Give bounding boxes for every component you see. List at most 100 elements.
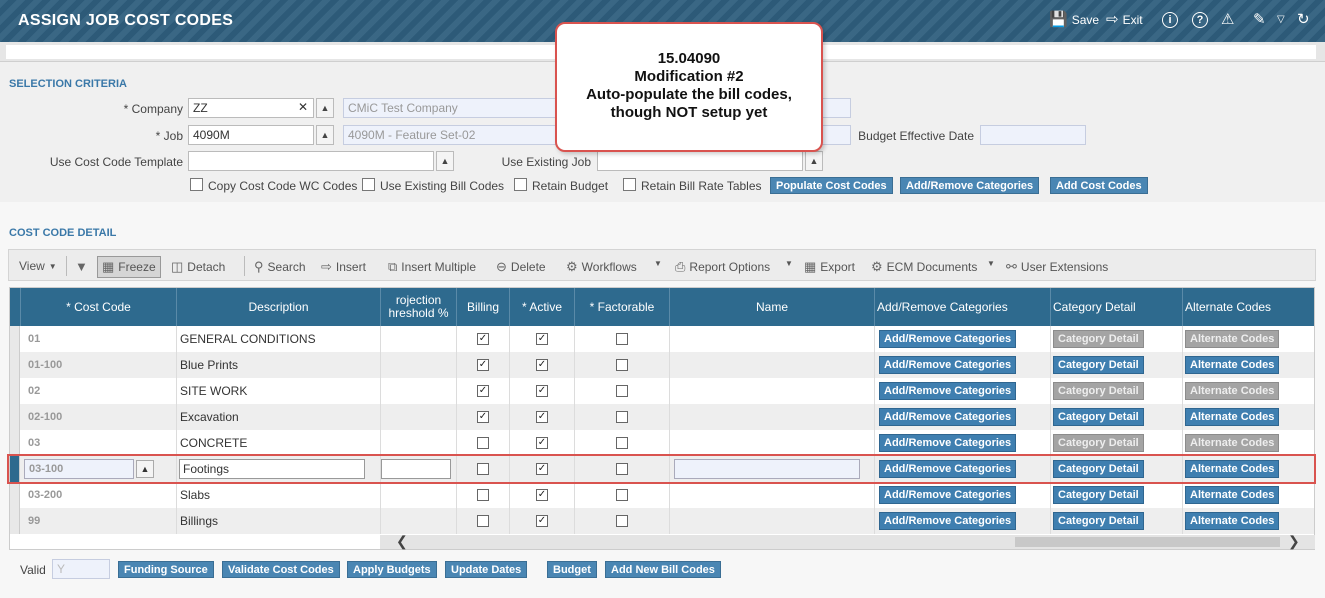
validate-cost-codes-button[interactable]: Validate Cost Codes <box>222 561 340 578</box>
budget-date-field[interactable] <box>980 125 1086 145</box>
edit-button[interactable]: ✎ <box>1253 12 1266 28</box>
billing-checkbox[interactable] <box>477 437 489 449</box>
warning-button[interactable]: ⚠ <box>1221 12 1234 28</box>
table-row[interactable]: 01-100 Blue Prints ✓ ✓ Add/Remove Catego… <box>10 352 1314 378</box>
add-new-bill-codes-button[interactable]: Add New Bill Codes <box>605 561 721 578</box>
col-description[interactable]: Description <box>177 288 381 326</box>
billing-checkbox[interactable]: ✓ <box>477 333 489 345</box>
col-alternate-codes[interactable]: Alternate Codes <box>1183 288 1314 326</box>
job-lov-button[interactable]: ▲ <box>316 125 334 145</box>
factorable-checkbox[interactable] <box>616 515 628 527</box>
active-checkbox[interactable]: ✓ <box>536 437 548 449</box>
scroll-thumb[interactable] <box>1015 537 1280 547</box>
factorable-checkbox[interactable] <box>616 437 628 449</box>
apply-budgets-button[interactable]: Apply Budgets <box>347 561 437 578</box>
ecm-documents-button[interactable]: ⚙ ECM Documents <box>871 259 977 275</box>
active-checkbox[interactable]: ✓ <box>536 515 548 527</box>
company-input[interactable]: ZZ ✕ <box>188 98 314 118</box>
dropdown-button[interactable]: ▽ <box>1277 12 1285 28</box>
alternate-codes-button[interactable]: Alternate Codes <box>1185 382 1280 400</box>
category-detail-button[interactable]: Category Detail <box>1053 486 1144 504</box>
active-checkbox[interactable]: ✓ <box>536 359 548 371</box>
existing-job-input[interactable] <box>597 151 803 171</box>
table-row[interactable]: 01 GENERAL CONDITIONS ✓ ✓ Add/Remove Cat… <box>10 326 1314 352</box>
category-detail-button[interactable]: Category Detail <box>1053 434 1144 452</box>
col-billing[interactable]: Billing <box>457 288 510 326</box>
add-remove-categories-button[interactable]: Add/Remove Categories <box>879 434 1017 452</box>
alternate-codes-button[interactable]: Alternate Codes <box>1185 434 1280 452</box>
billing-checkbox[interactable]: ✓ <box>477 359 489 371</box>
scroll-left-icon[interactable]: ❮ <box>396 533 408 550</box>
export-button[interactable]: ▦ Export <box>804 259 855 275</box>
add-remove-categories-button[interactable]: Add/Remove Categories <box>879 486 1017 504</box>
col-factorable[interactable]: * Factorable <box>575 288 670 326</box>
table-row[interactable]: 99 Billings ✓ Add/Remove Categories Cate… <box>10 508 1314 534</box>
report-options-dropdown[interactable]: ▼ <box>785 259 793 268</box>
workflows-button[interactable]: ⚙ Workflows <box>566 259 637 275</box>
retain-bill-rate-checkbox[interactable] <box>623 178 636 191</box>
save-button[interactable]: 💾 Save <box>1049 12 1099 28</box>
ecm-dropdown[interactable]: ▼ <box>987 259 995 268</box>
factorable-checkbox[interactable] <box>616 385 628 397</box>
active-checkbox[interactable]: ✓ <box>536 385 548 397</box>
billing-checkbox[interactable] <box>477 489 489 501</box>
add-cost-codes-button[interactable]: Add Cost Codes <box>1050 177 1148 194</box>
add-remove-categories-button[interactable]: Add/Remove Categories <box>879 356 1017 374</box>
copy-wc-checkbox[interactable] <box>190 178 203 191</box>
col-name[interactable]: Name <box>670 288 875 326</box>
scroll-right-icon[interactable]: ❯ <box>1288 533 1300 550</box>
alternate-codes-button[interactable]: Alternate Codes <box>1185 356 1280 374</box>
company-lov-button[interactable]: ▲ <box>316 98 334 118</box>
detach-button[interactable]: ◫ Detach <box>171 259 225 275</box>
existing-bill-checkbox[interactable] <box>362 178 375 191</box>
category-detail-button[interactable]: Category Detail <box>1053 408 1144 426</box>
update-dates-button[interactable]: Update Dates <box>445 561 528 578</box>
col-projection[interactable]: rojection hreshold % <box>381 288 457 326</box>
alternate-codes-button[interactable]: Alternate Codes <box>1185 330 1280 348</box>
filter-button[interactable]: ▼ <box>75 259 88 274</box>
report-options-button[interactable]: ⎙ Report Options <box>675 259 770 275</box>
user-extensions-button[interactable]: ⚯ User Extensions <box>1006 259 1108 275</box>
budget-button[interactable]: Budget <box>547 561 597 578</box>
funding-source-button[interactable]: Funding Source <box>118 561 214 578</box>
retain-budget-checkbox[interactable] <box>514 178 527 191</box>
alternate-codes-button[interactable]: Alternate Codes <box>1185 486 1280 504</box>
table-row[interactable]: 02 SITE WORK ✓ ✓ Add/Remove Categories C… <box>10 378 1314 404</box>
exit-button[interactable]: ⇨ Exit <box>1106 12 1143 28</box>
active-checkbox[interactable]: ✓ <box>536 333 548 345</box>
billing-checkbox[interactable] <box>477 515 489 527</box>
horizontal-scrollbar[interactable]: ❮ ❯ <box>380 533 1315 550</box>
col-add-remove[interactable]: Add/Remove Categories <box>875 288 1051 326</box>
workflows-dropdown[interactable]: ▼ <box>654 259 662 268</box>
insert-button[interactable]: ⇨ Insert <box>321 259 366 275</box>
billing-checkbox[interactable]: ✓ <box>477 411 489 423</box>
factorable-checkbox[interactable] <box>616 489 628 501</box>
active-checkbox[interactable]: ✓ <box>536 489 548 501</box>
populate-cost-codes-button[interactable]: Populate Cost Codes <box>770 177 893 194</box>
alternate-codes-button[interactable]: Alternate Codes <box>1185 408 1280 426</box>
template-input[interactable] <box>188 151 434 171</box>
category-detail-button[interactable]: Category Detail <box>1053 382 1144 400</box>
view-menu[interactable]: View ▼ <box>19 259 57 273</box>
add-remove-categories-button[interactable]: Add/Remove Categories <box>900 177 1040 194</box>
search-button[interactable]: ⚲ Search <box>254 259 306 275</box>
factorable-checkbox[interactable] <box>616 333 628 345</box>
col-cost-code[interactable]: * Cost Code <box>21 288 177 326</box>
factorable-checkbox[interactable] <box>616 411 628 423</box>
freeze-button[interactable]: ▦ Freeze <box>97 256 161 278</box>
refresh-button[interactable]: ↻ <box>1297 12 1310 28</box>
table-row[interactable]: 02-100 Excavation ✓ ✓ Add/Remove Categor… <box>10 404 1314 430</box>
template-lov-button[interactable]: ▲ <box>436 151 454 171</box>
insert-multiple-button[interactable]: ⧉ Insert Multiple <box>388 259 476 275</box>
clear-icon[interactable]: ✕ <box>298 100 308 114</box>
job-input[interactable]: 4090M <box>188 125 314 145</box>
add-remove-categories-button[interactable]: Add/Remove Categories <box>879 330 1017 348</box>
factorable-checkbox[interactable] <box>616 359 628 371</box>
col-category-detail[interactable]: Category Detail <box>1051 288 1183 326</box>
category-detail-button[interactable]: Category Detail <box>1053 512 1144 530</box>
help-button[interactable]: ? <box>1192 12 1208 28</box>
add-remove-categories-button[interactable]: Add/Remove Categories <box>879 512 1017 530</box>
col-active[interactable]: * Active <box>510 288 575 326</box>
active-checkbox[interactable]: ✓ <box>536 411 548 423</box>
delete-button[interactable]: ⊖ Delete <box>496 259 546 275</box>
